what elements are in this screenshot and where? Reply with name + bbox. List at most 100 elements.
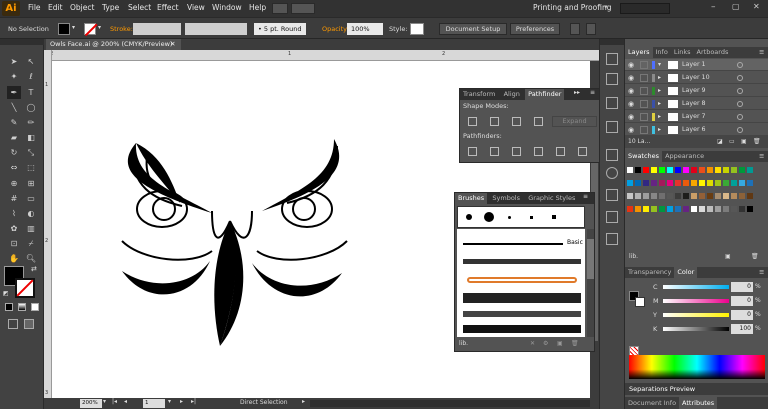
color-swatch[interactable] (643, 193, 649, 199)
column-graph-icon[interactable]: ▥ (24, 222, 38, 235)
blob-brush-icon[interactable]: ▰ (7, 131, 21, 144)
mesh-icon[interactable]: # (7, 192, 21, 205)
tab-layers[interactable]: Layers (625, 47, 653, 58)
visibility-eye-icon[interactable]: ◉ (628, 111, 634, 123)
color-swatch[interactable] (699, 193, 705, 199)
zoom-dropdown-icon[interactable]: ▾ (103, 398, 106, 405)
paintbrush-icon[interactable]: ✎ (7, 116, 21, 129)
panel-menu-icon[interactable]: ≡ (590, 89, 595, 96)
close-document-icon[interactable]: ✕ (170, 39, 175, 50)
opacity-label[interactable]: Opacity: (322, 25, 349, 33)
color-swatch[interactable] (627, 206, 633, 212)
layer-row[interactable]: ◉ ▾ Layer 1 (625, 59, 768, 71)
outline-icon[interactable] (556, 147, 565, 156)
tab-align[interactable]: Align (501, 89, 523, 100)
symbols-dock-icon[interactable] (606, 211, 618, 223)
pencil-icon[interactable]: ✏ (24, 116, 38, 129)
minimize-icon[interactable]: – (711, 2, 716, 12)
color-swatch[interactable] (643, 206, 649, 212)
swap-fill-stroke-icon[interactable]: ⇄ (31, 265, 37, 273)
pathfinder-panel-header[interactable]: Transform Align Pathfinder ▸▸ ≡ (460, 89, 599, 100)
lock-toggle[interactable] (640, 100, 648, 108)
color-swatch[interactable] (739, 206, 745, 212)
expand-layer-icon[interactable]: ▸ (658, 72, 661, 84)
tab-document-info[interactable]: Document Info (625, 397, 679, 409)
layer-row[interactable]: ◉ ▸ Layer 10 (625, 72, 768, 84)
preferences-button[interactable]: Preferences (510, 23, 560, 35)
channel-value[interactable]: 0 (731, 282, 753, 292)
color-swatch[interactable] (691, 206, 697, 212)
blend-icon[interactable]: ◐ (24, 207, 38, 220)
brush-preset-grid[interactable] (457, 206, 585, 228)
menu-file[interactable]: File (28, 3, 41, 12)
channel-value[interactable]: 0 (731, 310, 753, 320)
visibility-eye-icon[interactable]: ◉ (628, 72, 634, 84)
color-swatch[interactable] (747, 206, 753, 212)
tab-artboards[interactable]: Artboards (694, 47, 732, 58)
layers-dock-icon[interactable] (606, 53, 618, 65)
eraser-icon[interactable]: ◧ (24, 131, 38, 144)
color-swatch[interactable] (635, 180, 641, 186)
color-swatch[interactable] (731, 206, 737, 212)
dock-header[interactable] (600, 39, 625, 45)
tab-graphic-styles[interactable]: Graphic Styles (525, 193, 578, 204)
swatch-libraries-icon[interactable]: lib. (629, 253, 638, 260)
menu-effect[interactable]: Effect (157, 3, 179, 12)
artboards-dock-icon[interactable] (606, 73, 618, 85)
color-swatch[interactable] (707, 193, 713, 199)
gradient-mode-icon[interactable] (18, 303, 26, 311)
artboard-tool-icon[interactable]: ⊡ (7, 237, 21, 250)
tab-info[interactable]: Info (653, 47, 671, 58)
scale-icon[interactable]: ⤡ (24, 146, 38, 159)
free-transform-icon[interactable]: ⬚ (24, 161, 38, 174)
delete-layer-icon[interactable]: 🗑︎ (753, 136, 761, 148)
perspective-grid-icon[interactable]: ⊞ (24, 177, 38, 190)
width-tool-icon[interactable]: ⇔ (7, 161, 21, 174)
tab-symbols[interactable]: Symbols (489, 193, 523, 204)
color-swatch[interactable] (715, 180, 721, 186)
screen-mode-icon[interactable] (24, 319, 34, 329)
expand-button[interactable]: Expand (552, 116, 597, 127)
none-mode-icon[interactable] (31, 303, 39, 311)
color-swatch[interactable] (667, 206, 673, 212)
make-clipping-mask-icon[interactable]: ◪ (717, 136, 723, 148)
color-swatch[interactable] (627, 180, 633, 186)
stroke-color-box[interactable] (15, 278, 35, 298)
basic-brush-stroke[interactable] (463, 243, 563, 245)
tab-color[interactable]: Color (674, 267, 698, 278)
expand-layer-icon[interactable]: ▸ (658, 85, 661, 97)
target-icon[interactable] (737, 127, 743, 133)
appearance-dock-icon[interactable] (606, 167, 618, 179)
lock-toggle[interactable] (640, 61, 648, 69)
type-tool-icon[interactable]: T (24, 86, 38, 99)
color-swatch[interactable] (691, 180, 697, 186)
delete-swatch-icon[interactable]: 🗑︎ (751, 253, 759, 260)
arrange-documents-icon[interactable] (291, 3, 315, 14)
color-swatch[interactable] (627, 193, 633, 199)
stroke-label[interactable]: Stroke: (110, 25, 133, 33)
tab-swatches[interactable]: Swatches (625, 151, 663, 162)
zoom-tool-icon[interactable]: 🔍︎ (24, 252, 38, 265)
color-swatch[interactable] (651, 193, 657, 199)
expand-layer-icon[interactable]: ▸ (658, 98, 661, 110)
channel-slider[interactable] (663, 299, 729, 303)
color-swatch[interactable] (675, 180, 681, 186)
workspace-dropdown-icon[interactable]: ▾ (604, 3, 608, 11)
owl-right-eye-inner[interactable] (292, 197, 316, 221)
color-swatch[interactable] (747, 180, 753, 186)
banner-brush[interactable] (467, 277, 577, 283)
separations-preview-tab[interactable]: Separations Preview (625, 383, 768, 395)
expand-layer-icon[interactable]: ▸ (658, 111, 661, 123)
layer-name[interactable]: Layer 1 (682, 59, 706, 71)
panel-menu-icon[interactable]: ≡ (759, 267, 764, 278)
color-swatch[interactable] (747, 167, 753, 173)
unite-icon[interactable] (468, 117, 477, 126)
color-swatch[interactable] (691, 167, 697, 173)
channel-slider[interactable] (663, 313, 729, 317)
document-setup-button[interactable]: Document Setup (439, 23, 507, 35)
layer-name[interactable]: Layer 9 (682, 85, 706, 97)
new-layer-icon[interactable]: ▣ (741, 136, 747, 148)
artboard-dropdown-icon[interactable]: ▾ (168, 398, 171, 405)
color-swatch[interactable] (715, 193, 721, 199)
default-colors-icon[interactable]: ◩ (3, 290, 9, 297)
